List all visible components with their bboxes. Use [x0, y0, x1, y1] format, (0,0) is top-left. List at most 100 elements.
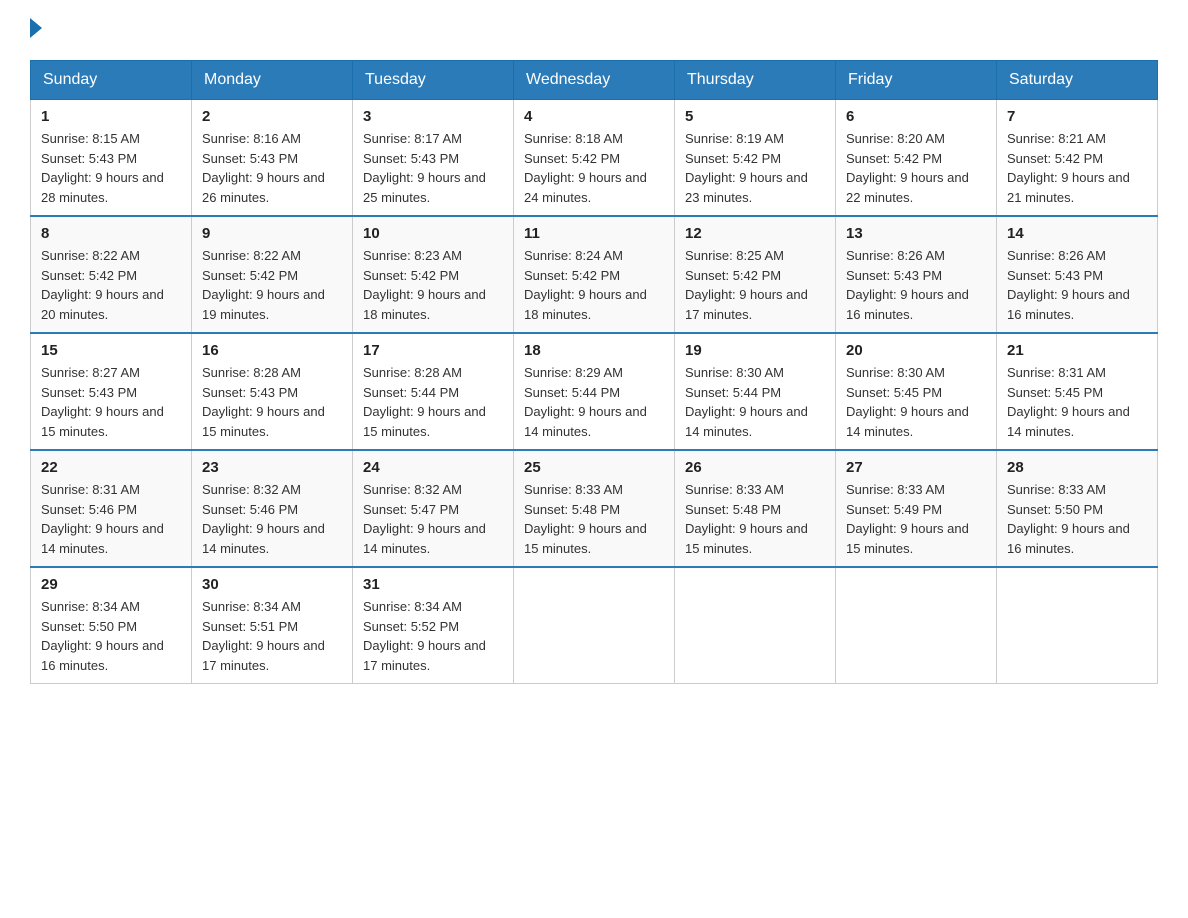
day-info: Sunrise: 8:19 AMSunset: 5:42 PMDaylight:… — [685, 129, 825, 207]
day-info: Sunrise: 8:26 AMSunset: 5:43 PMDaylight:… — [846, 246, 986, 324]
day-number: 26 — [685, 459, 825, 476]
calendar-day-cell: 25 Sunrise: 8:33 AMSunset: 5:48 PMDayligh… — [514, 450, 675, 567]
day-info: Sunrise: 8:23 AMSunset: 5:42 PMDaylight:… — [363, 246, 503, 324]
calendar-day-cell: 19 Sunrise: 8:30 AMSunset: 5:44 PMDayligh… — [675, 333, 836, 450]
day-info: Sunrise: 8:25 AMSunset: 5:42 PMDaylight:… — [685, 246, 825, 324]
day-number: 25 — [524, 459, 664, 476]
day-number: 27 — [846, 459, 986, 476]
calendar-day-cell: 1 Sunrise: 8:15 AMSunset: 5:43 PMDaylight… — [31, 100, 192, 217]
day-info: Sunrise: 8:33 AMSunset: 5:48 PMDaylight:… — [524, 480, 664, 558]
day-number: 16 — [202, 342, 342, 359]
day-info: Sunrise: 8:28 AMSunset: 5:44 PMDaylight:… — [363, 363, 503, 441]
calendar-day-cell: 20 Sunrise: 8:30 AMSunset: 5:45 PMDayligh… — [836, 333, 997, 450]
day-info: Sunrise: 8:32 AMSunset: 5:47 PMDaylight:… — [363, 480, 503, 558]
day-number: 19 — [685, 342, 825, 359]
logo-blue-text — [30, 20, 46, 40]
calendar-week-row: 8 Sunrise: 8:22 AMSunset: 5:42 PMDaylight… — [31, 216, 1158, 333]
day-number: 1 — [41, 108, 181, 125]
day-number: 10 — [363, 225, 503, 242]
page-header — [30, 20, 1158, 40]
calendar-week-row: 1 Sunrise: 8:15 AMSunset: 5:43 PMDaylight… — [31, 100, 1158, 217]
calendar-week-row: 15Sunrise: 8:27 AMSunset: 5:43 PMDayligh… — [31, 333, 1158, 450]
day-number: 2 — [202, 108, 342, 125]
weekday-header-wednesday: Wednesday — [514, 61, 675, 100]
day-number: 22 — [41, 459, 181, 476]
calendar-day-cell: 14 Sunrise: 8:26 AMSunset: 5:43 PMDayligh… — [997, 216, 1158, 333]
calendar-day-cell: 6 Sunrise: 8:20 AMSunset: 5:42 PMDaylight… — [836, 100, 997, 217]
weekday-header-monday: Monday — [192, 61, 353, 100]
day-info: Sunrise: 8:33 AMSunset: 5:50 PMDaylight:… — [1007, 480, 1147, 558]
day-info: Sunrise: 8:34 AMSunset: 5:50 PMDaylight:… — [41, 597, 181, 675]
calendar-day-cell: 16 Sunrise: 8:28 AMSunset: 5:43 PMDayligh… — [192, 333, 353, 450]
day-number: 9 — [202, 225, 342, 242]
day-number: 14 — [1007, 225, 1147, 242]
day-info: Sunrise: 8:24 AMSunset: 5:42 PMDaylight:… — [524, 246, 664, 324]
calendar-day-cell: 12 Sunrise: 8:25 AMSunset: 5:42 PMDayligh… — [675, 216, 836, 333]
calendar-day-cell: 21 Sunrise: 8:31 AMSunset: 5:45 PMDayligh… — [997, 333, 1158, 450]
weekday-header-tuesday: Tuesday — [353, 61, 514, 100]
calendar-day-cell: 10 Sunrise: 8:23 AMSunset: 5:42 PMDayligh… — [353, 216, 514, 333]
day-info: Sunrise: 8:17 AMSunset: 5:43 PMDaylight:… — [363, 129, 503, 207]
calendar-day-cell: 28 Sunrise: 8:33 AMSunset: 5:50 PMDayligh… — [997, 450, 1158, 567]
day-number: 6 — [846, 108, 986, 125]
day-number: 13 — [846, 225, 986, 242]
calendar-week-row: 29Sunrise: 8:34 AMSunset: 5:50 PMDayligh… — [31, 567, 1158, 684]
day-info: Sunrise: 8:31 AMSunset: 5:45 PMDaylight:… — [1007, 363, 1147, 441]
calendar-day-cell — [997, 567, 1158, 684]
calendar-day-cell: 26 Sunrise: 8:33 AMSunset: 5:48 PMDayligh… — [675, 450, 836, 567]
day-info: Sunrise: 8:18 AMSunset: 5:42 PMDaylight:… — [524, 129, 664, 207]
calendar-day-cell: 30 Sunrise: 8:34 AMSunset: 5:51 PMDayligh… — [192, 567, 353, 684]
day-info: Sunrise: 8:34 AMSunset: 5:51 PMDaylight:… — [202, 597, 342, 675]
day-info: Sunrise: 8:22 AMSunset: 5:42 PMDaylight:… — [41, 246, 181, 324]
day-info: Sunrise: 8:33 AMSunset: 5:48 PMDaylight:… — [685, 480, 825, 558]
day-info: Sunrise: 8:22 AMSunset: 5:42 PMDaylight:… — [202, 246, 342, 324]
day-number: 18 — [524, 342, 664, 359]
day-number: 11 — [524, 225, 664, 242]
day-number: 23 — [202, 459, 342, 476]
day-number: 12 — [685, 225, 825, 242]
weekday-header-thursday: Thursday — [675, 61, 836, 100]
calendar-day-cell: 31 Sunrise: 8:34 AMSunset: 5:52 PMDayligh… — [353, 567, 514, 684]
calendar-day-cell: 22Sunrise: 8:31 AMSunset: 5:46 PMDayligh… — [31, 450, 192, 567]
calendar-day-cell: 7 Sunrise: 8:21 AMSunset: 5:42 PMDaylight… — [997, 100, 1158, 217]
day-number: 8 — [41, 225, 181, 242]
day-info: Sunrise: 8:32 AMSunset: 5:46 PMDaylight:… — [202, 480, 342, 558]
calendar-day-cell: 13 Sunrise: 8:26 AMSunset: 5:43 PMDayligh… — [836, 216, 997, 333]
weekday-header-sunday: Sunday — [31, 61, 192, 100]
day-info: Sunrise: 8:34 AMSunset: 5:52 PMDaylight:… — [363, 597, 503, 675]
day-info: Sunrise: 8:20 AMSunset: 5:42 PMDaylight:… — [846, 129, 986, 207]
logo-triangle-icon — [30, 18, 42, 38]
day-info: Sunrise: 8:21 AMSunset: 5:42 PMDaylight:… — [1007, 129, 1147, 207]
calendar-day-cell: 2Sunrise: 8:16 AMSunset: 5:43 PMDaylight… — [192, 100, 353, 217]
day-info: Sunrise: 8:26 AMSunset: 5:43 PMDaylight:… — [1007, 246, 1147, 324]
day-number: 24 — [363, 459, 503, 476]
day-number: 20 — [846, 342, 986, 359]
weekday-header-saturday: Saturday — [997, 61, 1158, 100]
calendar-day-cell: 11 Sunrise: 8:24 AMSunset: 5:42 PMDayligh… — [514, 216, 675, 333]
day-info: Sunrise: 8:27 AMSunset: 5:43 PMDaylight:… — [41, 363, 181, 441]
day-info: Sunrise: 8:30 AMSunset: 5:44 PMDaylight:… — [685, 363, 825, 441]
day-info: Sunrise: 8:30 AMSunset: 5:45 PMDaylight:… — [846, 363, 986, 441]
calendar-day-cell: 17 Sunrise: 8:28 AMSunset: 5:44 PMDayligh… — [353, 333, 514, 450]
calendar-day-cell: 5 Sunrise: 8:19 AMSunset: 5:42 PMDaylight… — [675, 100, 836, 217]
day-number: 17 — [363, 342, 503, 359]
calendar-day-cell: 23 Sunrise: 8:32 AMSunset: 5:46 PMDayligh… — [192, 450, 353, 567]
day-number: 31 — [363, 576, 503, 593]
day-info: Sunrise: 8:33 AMSunset: 5:49 PMDaylight:… — [846, 480, 986, 558]
day-number: 5 — [685, 108, 825, 125]
calendar-week-row: 22Sunrise: 8:31 AMSunset: 5:46 PMDayligh… — [31, 450, 1158, 567]
calendar-day-cell: 9 Sunrise: 8:22 AMSunset: 5:42 PMDaylight… — [192, 216, 353, 333]
day-number: 28 — [1007, 459, 1147, 476]
day-number: 4 — [524, 108, 664, 125]
day-number: 30 — [202, 576, 342, 593]
day-info: Sunrise: 8:29 AMSunset: 5:44 PMDaylight:… — [524, 363, 664, 441]
weekday-header-row: SundayMondayTuesdayWednesdayThursdayFrid… — [31, 61, 1158, 100]
calendar-day-cell — [675, 567, 836, 684]
calendar-table: SundayMondayTuesdayWednesdayThursdayFrid… — [30, 60, 1158, 684]
logo — [30, 20, 46, 40]
day-info: Sunrise: 8:28 AMSunset: 5:43 PMDaylight:… — [202, 363, 342, 441]
day-number: 21 — [1007, 342, 1147, 359]
calendar-day-cell: 15Sunrise: 8:27 AMSunset: 5:43 PMDayligh… — [31, 333, 192, 450]
day-number: 7 — [1007, 108, 1147, 125]
day-info: Sunrise: 8:15 AMSunset: 5:43 PMDaylight:… — [41, 129, 181, 207]
